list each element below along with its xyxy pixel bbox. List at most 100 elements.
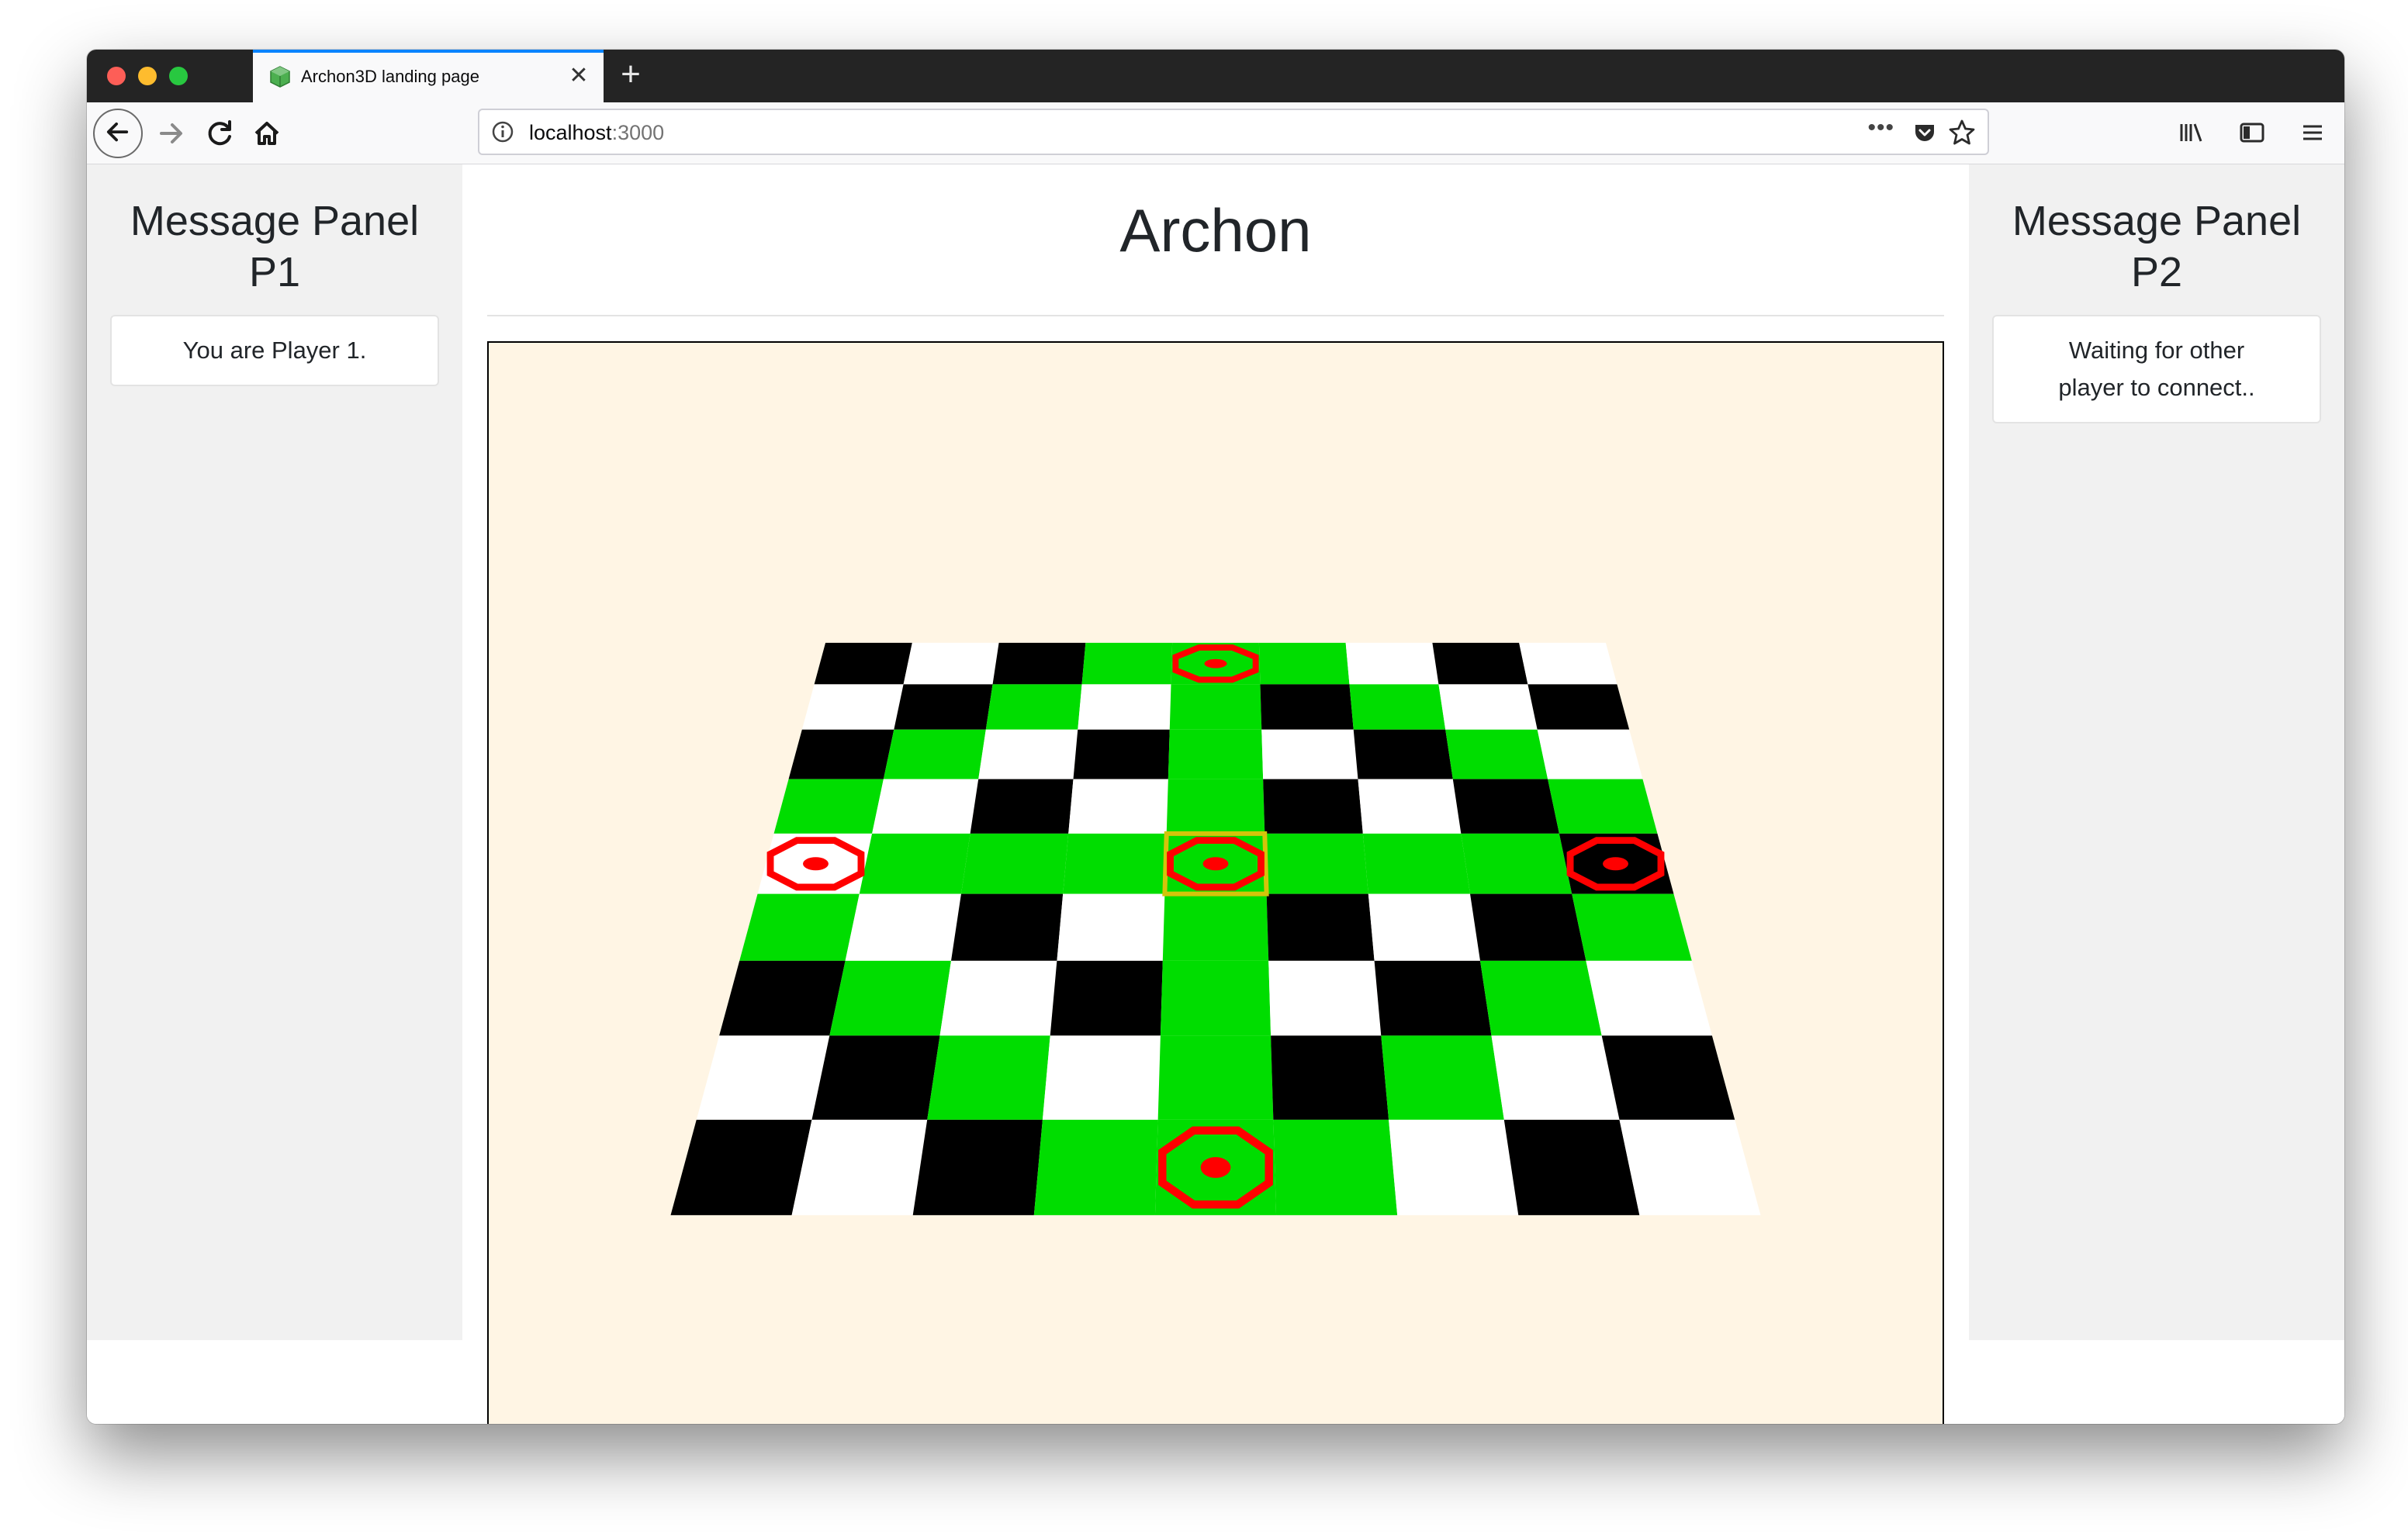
info-icon[interactable] (490, 119, 515, 144)
new-tab-plus-icon[interactable]: + (611, 56, 650, 95)
board-square[interactable] (1073, 729, 1170, 779)
board-square[interactable] (788, 729, 894, 779)
board-square[interactable] (912, 1119, 1043, 1215)
board-square[interactable] (1063, 833, 1167, 894)
board-square[interactable] (1260, 684, 1354, 730)
board-square[interactable] (696, 1035, 830, 1120)
board-square[interactable] (1050, 960, 1163, 1036)
pocket-icon[interactable] (1912, 119, 1938, 146)
browser-tab[interactable]: Archon3D landing page ✕ (253, 50, 604, 102)
back-button[interactable] (93, 109, 143, 158)
board-square[interactable] (1081, 642, 1173, 685)
url-text[interactable]: localhost:3000 (529, 121, 664, 145)
panel-title-line2: P2 (2130, 249, 2183, 295)
board-square[interactable] (927, 1035, 1050, 1120)
board-square[interactable] (1268, 960, 1382, 1036)
board-square[interactable] (1527, 684, 1630, 730)
board-square[interactable] (960, 833, 1069, 894)
game-canvas[interactable] (487, 341, 1944, 1424)
game-board[interactable] (489, 343, 1943, 1424)
board-square[interactable] (1572, 893, 1692, 961)
board-square[interactable] (1362, 833, 1471, 894)
board-square[interactable] (1345, 642, 1439, 685)
board-square[interactable] (1389, 1119, 1519, 1215)
board-square[interactable] (1445, 729, 1548, 779)
board-square[interactable] (1162, 893, 1269, 961)
board-square[interactable] (1353, 729, 1453, 779)
board-square[interactable] (719, 960, 846, 1036)
board-square[interactable] (670, 1119, 812, 1215)
board-square[interactable] (1265, 833, 1368, 894)
board-square[interactable] (1057, 893, 1165, 961)
board-square[interactable] (1548, 779, 1658, 834)
board-square[interactable] (950, 893, 1064, 961)
board-square[interactable] (801, 684, 904, 730)
board-square[interactable] (894, 684, 993, 730)
board-square[interactable] (1438, 684, 1538, 730)
board-square[interactable] (1271, 1035, 1389, 1120)
board-square[interactable] (739, 893, 860, 961)
bookmark-star-icon[interactable] (1947, 118, 1977, 147)
board-square[interactable] (1261, 729, 1358, 779)
board-square[interactable] (811, 1035, 940, 1120)
board-square[interactable] (903, 642, 999, 685)
board-square[interactable] (1601, 1035, 1735, 1120)
board-square[interactable] (1157, 1035, 1274, 1120)
board-square[interactable] (1537, 729, 1643, 779)
board-square[interactable] (814, 642, 912, 685)
address-bar[interactable]: localhost:3000 ••• (478, 109, 1989, 155)
board-square[interactable] (872, 779, 979, 834)
board-square[interactable] (1461, 833, 1572, 894)
url-host: localhost (529, 121, 612, 144)
board-square[interactable] (1368, 893, 1481, 961)
board-square[interactable] (1166, 779, 1265, 834)
board-square[interactable] (829, 960, 951, 1036)
board-square[interactable] (883, 729, 986, 779)
board-square[interactable] (791, 1119, 928, 1215)
home-button[interactable] (242, 109, 292, 158)
forward-button[interactable] (146, 109, 195, 158)
arrow-right-icon (160, 123, 182, 143)
board-square[interactable] (1068, 779, 1168, 834)
board-square[interactable] (992, 642, 1086, 685)
board-square[interactable] (1480, 960, 1602, 1036)
board-square[interactable] (1169, 684, 1262, 730)
hamburger-menu-icon[interactable] (2295, 115, 2330, 150)
board-square[interactable] (1503, 1119, 1640, 1215)
board-square[interactable] (1258, 642, 1350, 685)
board-square[interactable] (1470, 893, 1586, 961)
board-square[interactable] (1491, 1035, 1620, 1120)
page-actions-more-icon[interactable]: ••• (1867, 115, 1894, 141)
board-square[interactable] (1273, 1119, 1398, 1215)
board-square[interactable] (985, 684, 1082, 730)
board-square[interactable] (1519, 642, 1617, 685)
close-window-button[interactable] (107, 67, 126, 85)
board-square[interactable] (859, 833, 970, 894)
board-square[interactable] (1078, 684, 1171, 730)
board-square[interactable] (1033, 1119, 1158, 1215)
reload-button[interactable] (195, 109, 245, 158)
board-square[interactable] (939, 960, 1057, 1036)
board-square[interactable] (1263, 779, 1363, 834)
board-square[interactable] (1266, 893, 1375, 961)
library-icon[interactable] (2174, 115, 2209, 150)
close-tab-icon[interactable]: ✕ (566, 62, 591, 90)
board-square[interactable] (1168, 729, 1264, 779)
board-square[interactable] (1619, 1119, 1761, 1215)
board-square[interactable] (1042, 1035, 1161, 1120)
board-square[interactable] (1374, 960, 1492, 1036)
board-square[interactable] (1586, 960, 1712, 1036)
board-square[interactable] (1349, 684, 1446, 730)
sidebar-icon[interactable] (2234, 115, 2270, 150)
board-square[interactable] (1432, 642, 1528, 685)
board-square[interactable] (1358, 779, 1462, 834)
board-square[interactable] (845, 893, 961, 961)
board-square[interactable] (1381, 1035, 1504, 1120)
zoom-window-button[interactable] (169, 67, 188, 85)
board-square[interactable] (970, 779, 1074, 834)
board-square[interactable] (773, 779, 884, 834)
minimize-window-button[interactable] (138, 67, 157, 85)
board-square[interactable] (1452, 779, 1559, 834)
board-square[interactable] (978, 729, 1078, 779)
board-square[interactable] (1160, 960, 1271, 1036)
